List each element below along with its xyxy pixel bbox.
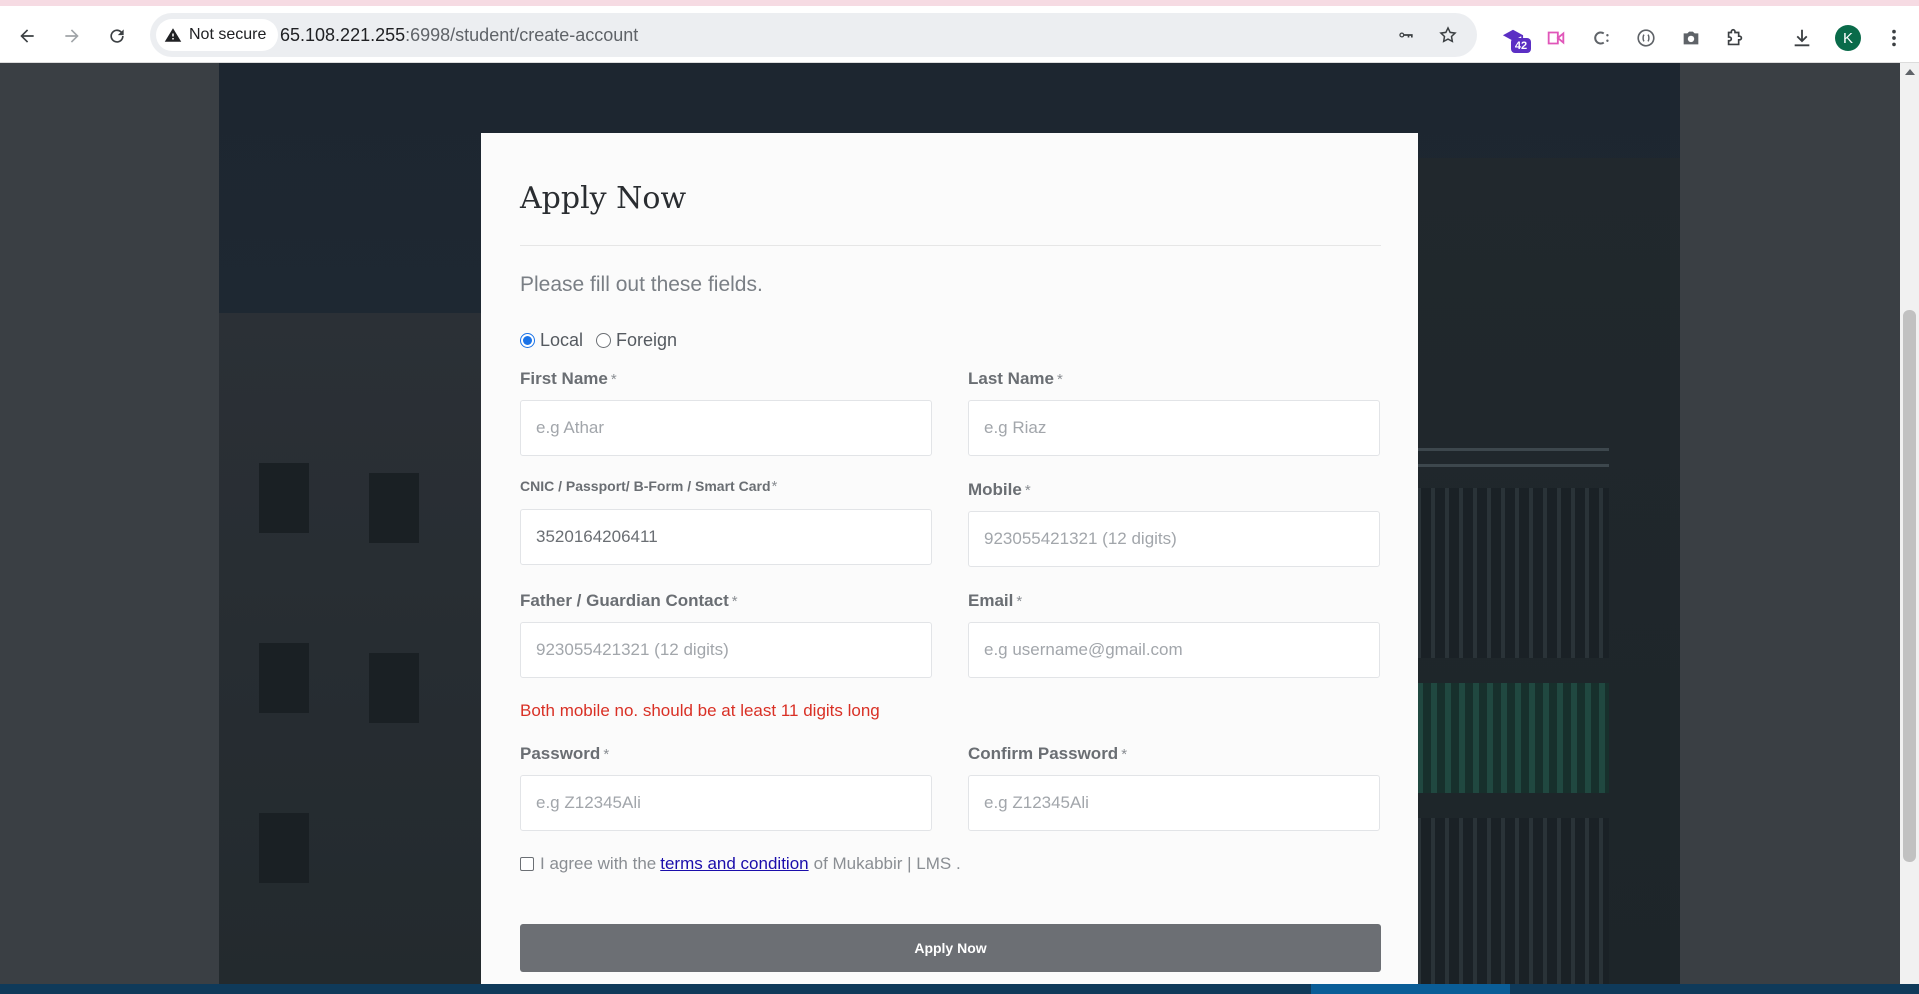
required-mark: *: [1056, 371, 1063, 388]
building-left: [219, 313, 509, 984]
address-bar[interactable]: Not secure 65.108.221.255:6998/student/c…: [150, 13, 1477, 57]
terms-suffix: of Mukabbir | LMS .: [813, 854, 961, 873]
confirm-password-input[interactable]: [968, 775, 1380, 831]
mobile-label: Mobile *: [968, 480, 1031, 499]
required-mark: *: [731, 593, 738, 610]
radio-foreign-label[interactable]: Foreign: [616, 330, 677, 351]
os-taskbar: [0, 984, 1919, 994]
arrow-left-icon: [20, 29, 34, 43]
first-name-label: First Name *: [520, 369, 617, 388]
back-button[interactable]: [10, 19, 44, 53]
required-mark: *: [610, 371, 617, 388]
browser-menu-button[interactable]: [1880, 24, 1908, 52]
apply-form-card: Apply Now Please fill out these fields. …: [481, 133, 1418, 994]
confirm-password-label: Confirm Password *: [968, 744, 1128, 763]
arrow-right-icon: [65, 29, 79, 43]
extension-c-button[interactable]: [1587, 24, 1615, 52]
terms-prefix: I agree with the: [540, 854, 657, 873]
cnic-label: CNIC / Passport/ B-Form / Smart Card*: [520, 478, 778, 495]
key-icon: [1399, 32, 1413, 38]
required-mark: *: [771, 478, 778, 495]
required-mark: *: [1016, 593, 1023, 610]
residency-radio-group: Local Foreign: [520, 330, 690, 351]
password-label: Password *: [520, 744, 610, 763]
video-play-icon: [1547, 31, 1565, 45]
download-icon: [1794, 29, 1810, 47]
password-key-button[interactable]: [1394, 23, 1418, 47]
reload-icon: [110, 29, 124, 43]
terms-link[interactable]: terms and condition: [660, 854, 808, 874]
reload-button[interactable]: [100, 19, 134, 53]
email-input[interactable]: [968, 622, 1380, 678]
last-name-input[interactable]: [968, 400, 1380, 456]
mobile-error-message: Both mobile no. should be at least 11 di…: [520, 701, 880, 720]
url-host: 65.108.221.255: [280, 25, 406, 45]
browser-toolbar: Not secure 65.108.221.255:6998/student/c…: [0, 0, 1919, 63]
extensions-menu-button[interactable]: [1721, 24, 1749, 52]
puzzle-icon: [1727, 28, 1743, 46]
kebab-menu-icon: [1892, 29, 1896, 47]
extension-camera-button[interactable]: [1677, 24, 1705, 52]
cnic-input[interactable]: [520, 509, 932, 565]
required-mark: *: [1121, 746, 1128, 763]
extension-video-button[interactable]: [1542, 24, 1570, 52]
star-icon: [1439, 26, 1457, 43]
form-title: Apply Now: [520, 181, 687, 216]
bookmark-button[interactable]: [1436, 23, 1460, 47]
scroll-up-arrow-icon[interactable]: [1905, 69, 1915, 75]
radio-local-label[interactable]: Local: [540, 330, 583, 351]
extension-circle-button[interactable]: [1632, 24, 1660, 52]
camera-icon: [1683, 31, 1699, 45]
terms-checkbox[interactable]: [520, 857, 534, 871]
radio-local[interactable]: [520, 333, 535, 348]
terms-agreement: I agree with the terms and condition of …: [520, 854, 961, 874]
required-mark: *: [603, 746, 610, 763]
downloads-button[interactable]: [1788, 24, 1816, 52]
mobile-input[interactable]: [968, 511, 1380, 567]
apply-now-button[interactable]: Apply Now: [520, 924, 1381, 972]
password-input[interactable]: [520, 775, 932, 831]
first-name-input[interactable]: [520, 400, 932, 456]
url-text[interactable]: 65.108.221.255:6998/student/create-accou…: [280, 25, 638, 46]
extension-graduation-button[interactable]: 42: [1499, 24, 1531, 53]
warning-triangle-icon: [164, 28, 182, 42]
security-label: Not secure: [189, 26, 267, 43]
extension-badge: 42: [1511, 38, 1531, 53]
circle-brackets-icon: [1637, 29, 1655, 47]
guardian-contact-input[interactable]: [520, 622, 932, 678]
c-letter-icon: [1594, 31, 1609, 45]
email-label: Email *: [968, 591, 1023, 610]
security-indicator[interactable]: Not secure: [156, 19, 279, 51]
guardian-contact-label: Father / Guardian Contact *: [520, 591, 738, 610]
required-mark: *: [1024, 482, 1031, 499]
form-subtitle: Please fill out these fields.: [520, 273, 763, 296]
radio-foreign[interactable]: [596, 333, 612, 348]
title-divider: [520, 245, 1381, 246]
profile-avatar[interactable]: K: [1835, 25, 1861, 51]
last-name-label: Last Name *: [968, 369, 1063, 388]
taskbar-active-item[interactable]: [1311, 984, 1510, 994]
scroll-thumb[interactable]: [1903, 310, 1916, 862]
forward-button[interactable]: [55, 19, 89, 53]
page-scrollbar[interactable]: [1900, 63, 1919, 984]
url-path: :6998/student/create-account: [405, 25, 639, 45]
